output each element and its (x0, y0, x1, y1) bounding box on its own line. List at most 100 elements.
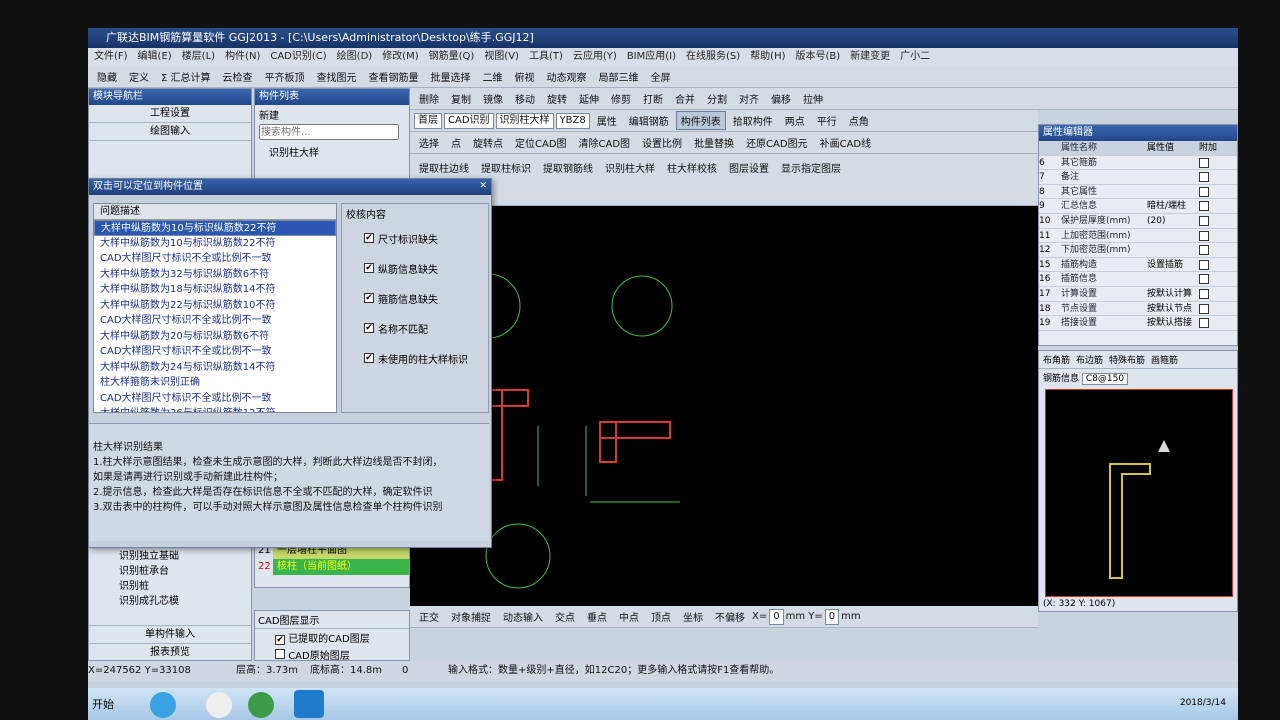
issue-list-item[interactable]: 大样中纵筋数为20与标识纵筋数6不符 (94, 329, 336, 345)
cad-tool-button[interactable]: 选择 (414, 133, 444, 152)
component-tree-item[interactable]: 识别柱大样 (255, 140, 409, 163)
menu-item[interactable]: 新建变更 (850, 48, 890, 66)
snap-y-val[interactable]: 0 (824, 608, 840, 625)
cad-tool-button[interactable]: 还原CAD图元 (741, 133, 813, 152)
issue-list-item[interactable]: 大样中纵筋数为18与标识纵筋数14不符 (94, 282, 336, 298)
property-value[interactable]: 设置插筋 (1147, 258, 1199, 272)
column-tool-button[interactable]: 柱大样校核 (662, 158, 722, 177)
property-value[interactable] (1147, 170, 1199, 184)
floor-toolbar-button[interactable]: 平行 (812, 111, 842, 130)
snap-button[interactable]: 中点 (614, 607, 644, 626)
menu-item[interactable]: 绘图(D) (337, 48, 373, 66)
edit-button[interactable]: 对齐 (734, 89, 764, 108)
edit-button[interactable]: 合并 (670, 89, 700, 108)
app-icon[interactable] (150, 692, 176, 718)
check-row[interactable]: ✔ 尺寸标识缺失 (364, 223, 488, 253)
menu-item[interactable]: 文件(F) (94, 48, 128, 66)
property-extra-checkbox[interactable] (1199, 316, 1219, 330)
edit-button[interactable]: 镜像 (478, 89, 508, 108)
nav-draw-input[interactable]: 绘图输入 (89, 123, 251, 141)
property-extra-checkbox[interactable] (1199, 272, 1219, 286)
check-row[interactable]: ✔ 纵筋信息缺失 (364, 253, 488, 283)
cad-tool-button[interactable]: 设置比例 (637, 133, 687, 152)
edit-button[interactable]: 偏移 (766, 89, 796, 108)
column-tool-button[interactable]: 图层设置 (724, 158, 774, 177)
issue-list-item[interactable]: 大样中纵筋数为10与标识纵筋数22不符 (94, 236, 336, 252)
edit-button[interactable]: 修剪 (606, 89, 636, 108)
snap-button[interactable]: 垂点 (582, 607, 612, 626)
property-extra-checkbox[interactable] (1199, 287, 1219, 301)
cad-tool-button[interactable]: 清除CAD图 (574, 133, 636, 152)
issue-list-item[interactable]: CAD大样图尺寸标识不全或比例不一致 (94, 391, 336, 407)
snap-button[interactable]: 顶点 (646, 607, 676, 626)
cad-tool-button[interactable]: 定位CAD图 (510, 133, 572, 152)
snap-button[interactable]: 正交 (414, 607, 444, 626)
cad-tool-button[interactable]: 批量替换 (689, 133, 739, 152)
toolbar1-button[interactable]: 动态观察 (542, 67, 592, 86)
property-extra-checkbox[interactable] (1199, 156, 1219, 170)
edit-button[interactable]: 移动 (510, 89, 540, 108)
check-checkbox[interactable]: ✔ (364, 353, 374, 363)
property-extra-checkbox[interactable] (1199, 243, 1219, 257)
type-select[interactable]: 识别柱大样 (495, 112, 554, 129)
column-tool-button[interactable]: 提取钢筋线 (538, 158, 598, 177)
preview-tab[interactable]: 布角筋 (1043, 353, 1070, 366)
floor-toolbar-button[interactable]: 点角 (844, 111, 874, 130)
nav-report-preview[interactable]: 报表预览 (89, 643, 251, 661)
check-checkbox[interactable]: ✔ (364, 293, 374, 303)
app-icon[interactable] (294, 690, 324, 718)
menu-item[interactable]: 钢筋量(Q) (429, 48, 475, 66)
toolbar1-button[interactable]: Σ 汇总计算 (156, 67, 216, 86)
menu-item[interactable]: 工具(T) (529, 48, 563, 66)
check-row[interactable]: ✔ 未使用的柱大样标识 (364, 343, 488, 373)
toolbar1-button[interactable]: 查看钢筋量 (364, 67, 424, 86)
issue-list-item[interactable]: 大样中纵筋数为26与标识纵筋数12不符 (94, 406, 336, 412)
menu-item[interactable]: BIM应用(I) (627, 48, 676, 66)
check-row[interactable]: ✔ 箍筋信息缺失 (364, 283, 488, 313)
menu-item[interactable]: 修改(M) (382, 48, 418, 66)
property-row[interactable]: 6 其它箍筋 (1039, 156, 1237, 171)
property-value[interactable]: 按默认搭接 (1147, 316, 1199, 330)
issue-list-item[interactable]: 大样中纵筋数为22与标识纵筋数10不符 (94, 298, 336, 314)
snap-button[interactable]: 坐标 (678, 607, 708, 626)
menu-item[interactable]: CAD识别(C) (270, 48, 326, 66)
property-value[interactable]: 按默认节点 (1147, 302, 1199, 316)
tree-item[interactable]: 识别独立基础 (119, 549, 179, 564)
property-row[interactable]: 16 插筋信息 (1039, 272, 1237, 287)
menu-item[interactable]: 构件(N) (225, 48, 260, 66)
preview-tab[interactable]: 布边筋 (1076, 353, 1103, 366)
property-value[interactable] (1147, 185, 1199, 199)
cad-drawing-canvas[interactable] (161, 206, 1038, 606)
toolbar1-button[interactable]: 全屏 (646, 67, 676, 86)
property-extra-checkbox[interactable] (1199, 229, 1219, 243)
property-row[interactable]: 8 其它属性 (1039, 185, 1237, 200)
property-value[interactable] (1147, 243, 1199, 257)
edit-button[interactable]: 分割 (702, 89, 732, 108)
property-value[interactable]: 按默认计算 (1147, 287, 1199, 301)
component-code-select[interactable]: YBZ8 (555, 112, 590, 129)
toolbar1-button[interactable]: 平齐板顶 (260, 67, 310, 86)
edit-button[interactable]: 延伸 (574, 89, 604, 108)
property-row[interactable]: 12 下加密范围(mm) (1039, 243, 1237, 258)
issue-list-item[interactable]: CAD大样图尺寸标识不全或比例不一致 (94, 251, 336, 267)
property-row[interactable]: 10 保护层厚度(mm) (20) (1039, 214, 1237, 229)
preview-tab[interactable]: 特殊布筋 (1109, 353, 1145, 366)
menu-item[interactable]: 帮助(H) (750, 48, 785, 66)
issue-list-item[interactable]: CAD大样图尺寸标识不全或比例不一致 (94, 344, 336, 360)
preview-tab[interactable]: 画箍筋 (1151, 353, 1178, 366)
toolbar1-button[interactable]: 批量选择 (426, 67, 476, 86)
snap-button[interactable]: 交点 (550, 607, 580, 626)
property-extra-checkbox[interactable] (1199, 185, 1219, 199)
property-extra-checkbox[interactable] (1199, 214, 1219, 228)
property-extra-checkbox[interactable] (1199, 258, 1219, 272)
snap-button[interactable]: 对象捕捉 (446, 607, 496, 626)
rebar-info-input[interactable]: C8@150 (1081, 373, 1129, 385)
property-value[interactable] (1147, 272, 1199, 286)
menu-item[interactable]: 在线服务(S) (686, 48, 740, 66)
floor-toolbar-button[interactable]: 拾取构件 (728, 111, 778, 130)
column-tool-button[interactable]: 显示指定图层 (776, 158, 846, 177)
floor-toolbar-button[interactable]: 属性 (592, 111, 622, 130)
property-row[interactable]: 11 上加密范围(mm) (1039, 229, 1237, 244)
column-tool-button[interactable]: 识别柱大样 (600, 158, 660, 177)
edit-button[interactable]: 删除 (414, 89, 444, 108)
